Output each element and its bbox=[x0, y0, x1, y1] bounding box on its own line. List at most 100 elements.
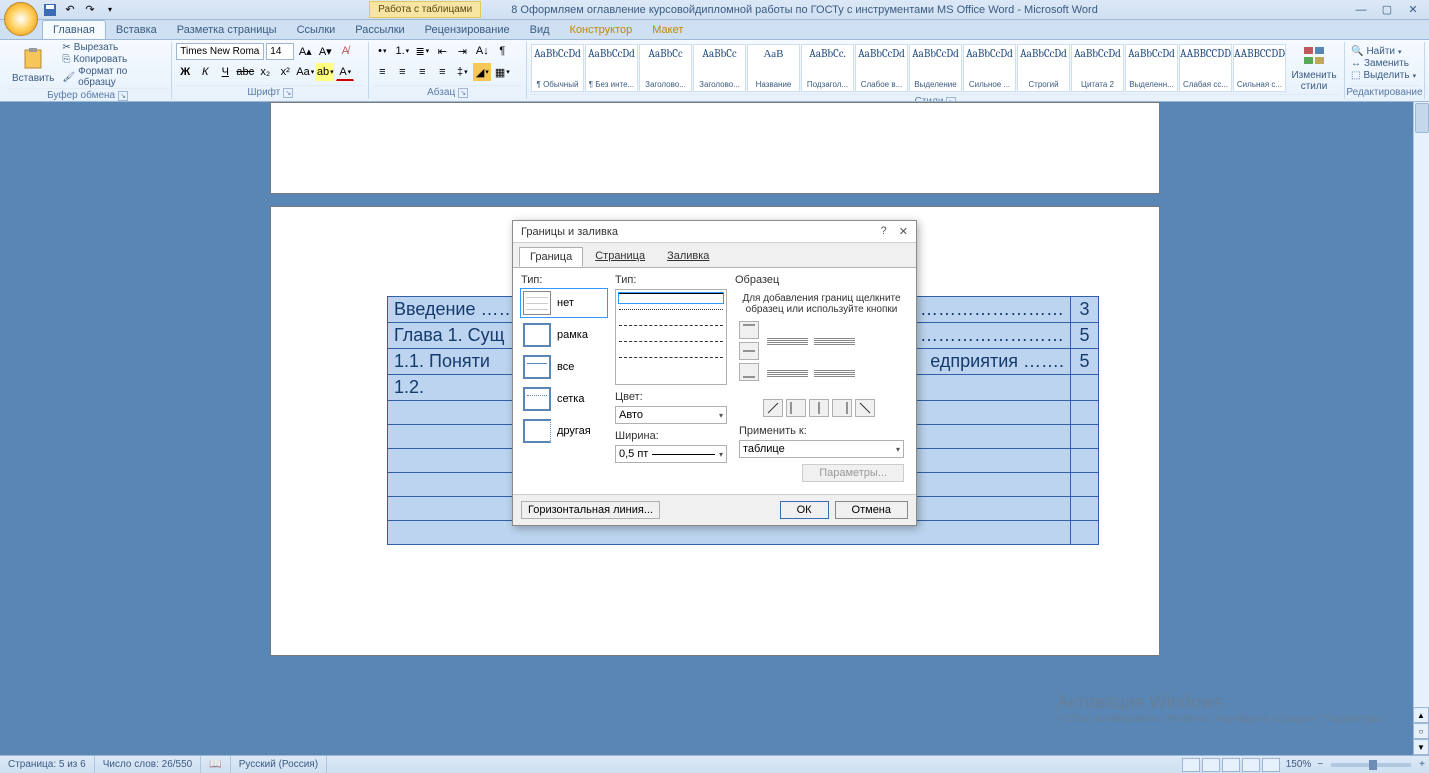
style-item[interactable]: AaBbCcЗаголово... bbox=[693, 44, 746, 92]
shading-button[interactable]: ◢ bbox=[473, 63, 491, 81]
table-cell[interactable] bbox=[1071, 497, 1099, 521]
tab-references[interactable]: Ссылки bbox=[287, 21, 346, 39]
select-button[interactable]: ⬚Выделить▾ bbox=[1349, 70, 1418, 81]
styles-gallery[interactable]: AaBbCcDd¶ ОбычныйAaBbCcDd¶ Без инте...Aa… bbox=[531, 44, 1286, 92]
table-cell[interactable] bbox=[1071, 473, 1099, 497]
preset-grid[interactable]: сетка bbox=[521, 385, 607, 413]
show-marks-button[interactable]: ¶ bbox=[493, 42, 511, 60]
decrease-indent-button[interactable]: ⇤ bbox=[433, 42, 451, 60]
dialog-close-button[interactable]: ✕ bbox=[899, 225, 908, 238]
table-cell[interactable] bbox=[1071, 425, 1099, 449]
table-cell[interactable]: 5 bbox=[1071, 349, 1099, 375]
font-size-combo[interactable] bbox=[266, 43, 294, 60]
line-style-dashed3[interactable] bbox=[619, 357, 723, 367]
zoom-out-button[interactable]: − bbox=[1317, 759, 1323, 770]
justify-button[interactable]: ≡ bbox=[433, 63, 451, 81]
replace-button[interactable]: ↔Заменить bbox=[1349, 58, 1418, 69]
cut-button[interactable]: ✂Вырезать bbox=[60, 42, 167, 53]
sort-button[interactable]: A↓ bbox=[473, 42, 491, 60]
ok-button[interactable]: ОК bbox=[780, 501, 829, 519]
table-cell[interactable] bbox=[1071, 521, 1099, 545]
numbering-button[interactable]: 1. bbox=[393, 42, 411, 60]
tab-mailings[interactable]: Рассылки bbox=[345, 21, 414, 39]
format-painter-button[interactable]: 🖌Формат по образцу bbox=[60, 66, 167, 88]
width-combo[interactable]: 0,5 пт▾ bbox=[615, 445, 727, 463]
font-launcher[interactable]: ↘ bbox=[283, 88, 293, 98]
style-item[interactable]: АаВНазвание bbox=[747, 44, 800, 92]
qat-dropdown-icon[interactable]: ▾ bbox=[102, 2, 118, 18]
align-right-button[interactable]: ≡ bbox=[413, 63, 431, 81]
preset-none[interactable]: нет bbox=[521, 289, 607, 317]
preset-custom[interactable]: другая bbox=[521, 417, 607, 445]
preset-all[interactable]: все bbox=[521, 353, 607, 381]
full-reading-view[interactable] bbox=[1202, 758, 1220, 772]
zoom-in-button[interactable]: + bbox=[1419, 759, 1425, 770]
office-button[interactable] bbox=[4, 2, 38, 36]
style-item[interactable]: AABBCCDDСлабая сс... bbox=[1179, 44, 1232, 92]
dialog-help-button[interactable]: ? bbox=[881, 225, 887, 238]
paragraph-launcher[interactable]: ↘ bbox=[458, 88, 468, 98]
status-proofing[interactable]: 📖 bbox=[201, 756, 230, 773]
edge-vmiddle-button[interactable] bbox=[809, 399, 829, 417]
edge-hmiddle-button[interactable] bbox=[739, 342, 759, 360]
table-cell[interactable] bbox=[1071, 401, 1099, 425]
tab-review[interactable]: Рецензирование bbox=[415, 21, 520, 39]
style-item[interactable]: AaBbCcDdВыделенн... bbox=[1125, 44, 1178, 92]
apply-to-combo[interactable]: таблице▾ bbox=[739, 440, 904, 458]
line-style-solid[interactable] bbox=[619, 293, 723, 303]
line-style-dashed2[interactable] bbox=[619, 341, 723, 351]
tab-home[interactable]: Главная bbox=[42, 20, 106, 39]
change-styles-button[interactable]: Изменить стили bbox=[1288, 42, 1340, 94]
table-cell[interactable] bbox=[1071, 375, 1099, 401]
dialog-tab-shading[interactable]: Заливка bbox=[657, 247, 719, 267]
scroll-thumb[interactable] bbox=[1415, 103, 1429, 133]
tab-layout[interactable]: Разметка страницы bbox=[167, 21, 287, 39]
status-language[interactable]: Русский (Россия) bbox=[231, 756, 327, 773]
tab-insert[interactable]: Вставка bbox=[106, 21, 167, 39]
edge-top-button[interactable] bbox=[739, 321, 759, 339]
font-color-button[interactable]: A bbox=[336, 63, 354, 81]
style-item[interactable]: AaBbCcDdСильное ... bbox=[963, 44, 1016, 92]
paste-button[interactable]: Вставить bbox=[8, 45, 58, 86]
subscript-button[interactable]: x₂ bbox=[256, 63, 274, 81]
redo-icon[interactable]: ↷ bbox=[82, 2, 98, 18]
style-item[interactable]: AaBbCcDd¶ Без инте... bbox=[585, 44, 638, 92]
zoom-thumb[interactable] bbox=[1369, 760, 1377, 770]
browse-prev-button[interactable]: ▲ bbox=[1413, 707, 1429, 723]
multilevel-button[interactable]: ≣ bbox=[413, 42, 431, 60]
table-cell[interactable]: 5 bbox=[1071, 323, 1099, 349]
style-item[interactable]: AaBbCcDdСлабое в... bbox=[855, 44, 908, 92]
dialog-tab-page[interactable]: Страница bbox=[585, 247, 655, 267]
italic-button[interactable]: К bbox=[196, 63, 214, 81]
preview-canvas[interactable] bbox=[763, 321, 859, 393]
edge-diag1-button[interactable] bbox=[763, 399, 783, 417]
change-case-button[interactable]: Aa bbox=[296, 63, 314, 81]
style-item[interactable]: AaBbCcЗаголово... bbox=[639, 44, 692, 92]
draft-view[interactable] bbox=[1262, 758, 1280, 772]
tab-table-layout[interactable]: Макет bbox=[642, 21, 693, 39]
undo-icon[interactable]: ↶ bbox=[62, 2, 78, 18]
bold-button[interactable]: Ж bbox=[176, 63, 194, 81]
shrink-font-button[interactable]: A▾ bbox=[316, 42, 334, 60]
tab-design[interactable]: Конструктор bbox=[560, 21, 643, 39]
outline-view[interactable] bbox=[1242, 758, 1260, 772]
maximize-button[interactable]: ▢ bbox=[1375, 2, 1399, 18]
zoom-slider[interactable] bbox=[1331, 763, 1411, 767]
bullets-button[interactable]: • bbox=[373, 42, 391, 60]
grow-font-button[interactable]: A▴ bbox=[296, 42, 314, 60]
style-item[interactable]: AaBbCcDdВыделение bbox=[909, 44, 962, 92]
style-item[interactable]: AaBbCcDdЦитата 2 bbox=[1071, 44, 1124, 92]
preset-box[interactable]: рамка bbox=[521, 321, 607, 349]
borders-button[interactable]: ▦ bbox=[493, 63, 511, 81]
zoom-value[interactable]: 150% bbox=[1286, 759, 1312, 770]
table-cell[interactable]: 3 bbox=[1071, 297, 1099, 323]
style-item[interactable]: AaBbCcDdСтрогий bbox=[1017, 44, 1070, 92]
web-layout-view[interactable] bbox=[1222, 758, 1240, 772]
table-cell[interactable] bbox=[1071, 449, 1099, 473]
status-wordcount[interactable]: Число слов: 26/550 bbox=[95, 756, 202, 773]
superscript-button[interactable]: x² bbox=[276, 63, 294, 81]
tab-view[interactable]: Вид bbox=[520, 21, 560, 39]
style-item[interactable]: AaBbCc.Подзагол... bbox=[801, 44, 854, 92]
style-item[interactable]: AaBbCcDd¶ Обычный bbox=[531, 44, 584, 92]
minimize-button[interactable]: — bbox=[1349, 2, 1373, 18]
